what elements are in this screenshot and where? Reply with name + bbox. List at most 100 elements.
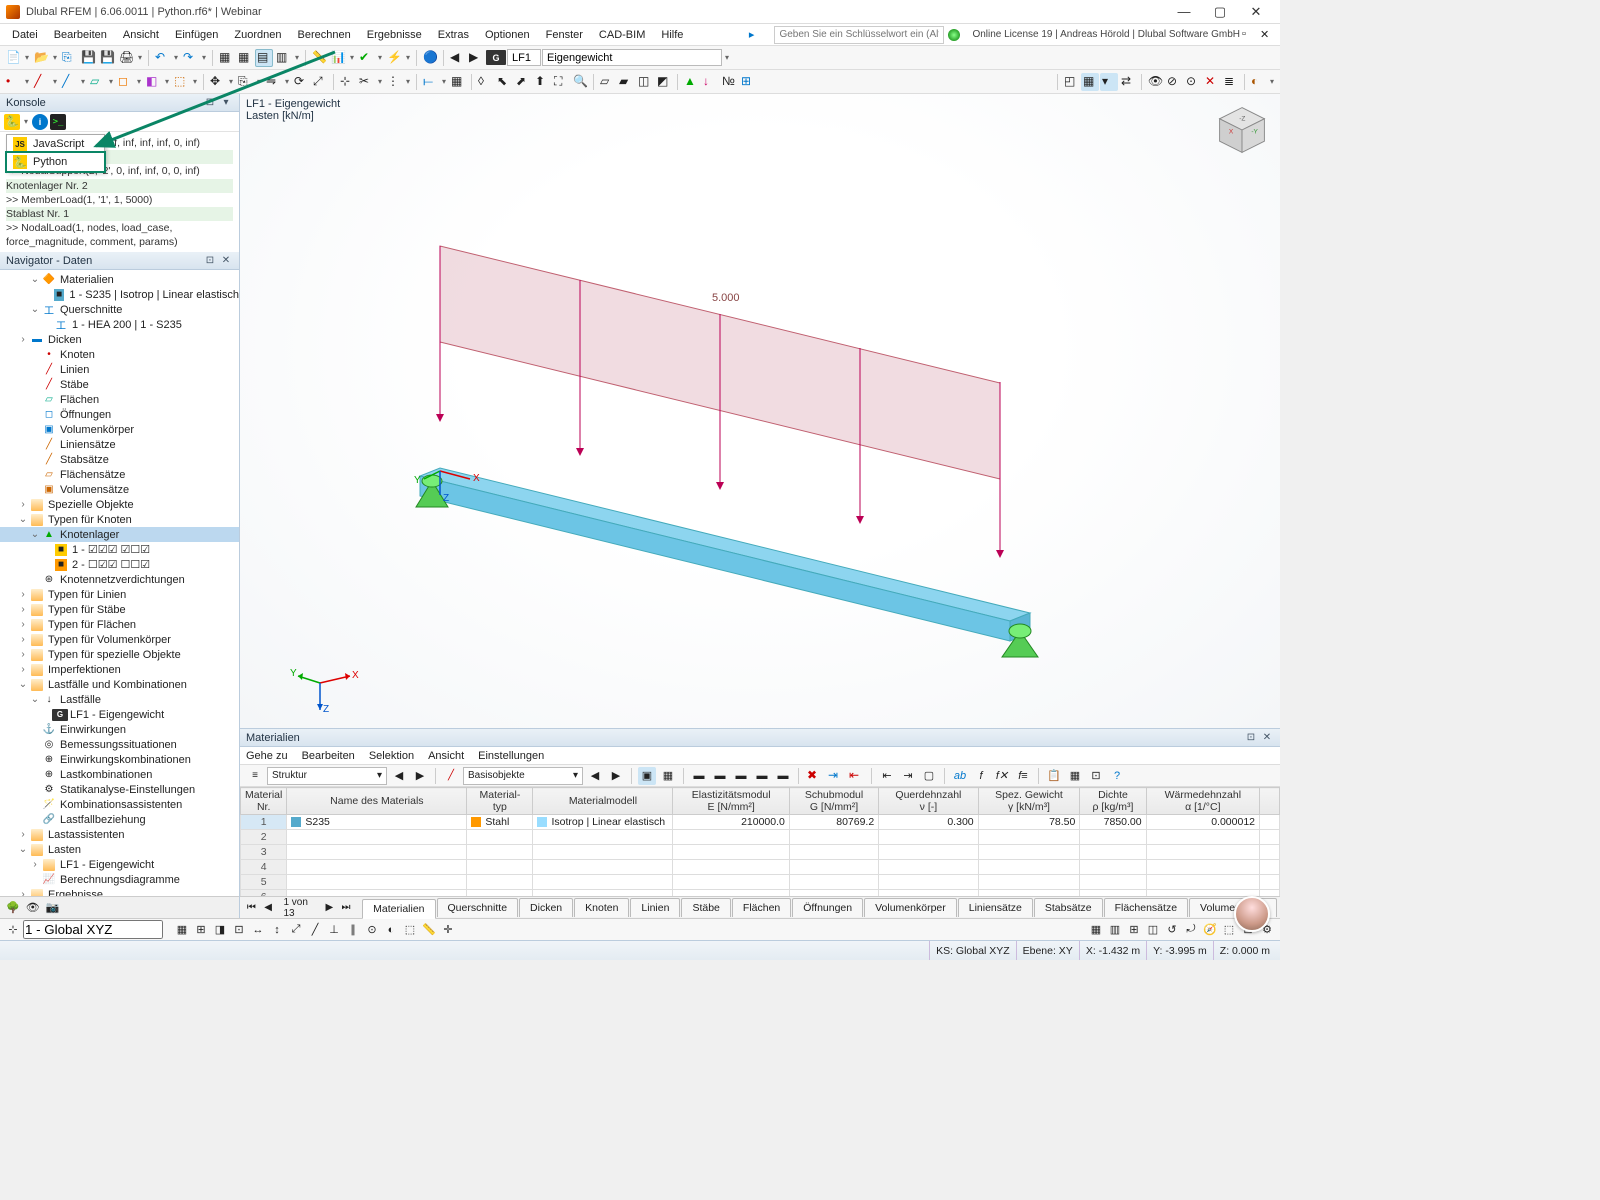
close-button[interactable]: ✕ <box>1238 1 1274 23</box>
check-button[interactable]: ✔ <box>357 49 375 67</box>
basisobj-prev[interactable]: ◀ <box>586 767 604 785</box>
tree-lastassist[interactable]: ›Lastassistenten <box>0 827 239 842</box>
lf-next[interactable]: ▶ <box>467 49 485 67</box>
menu-extras[interactable]: Extras <box>430 27 477 43</box>
tool-grid[interactable]: ▦ <box>449 73 467 91</box>
tree-typvolumen[interactable]: ›Typen für Volumenkörper <box>0 632 239 647</box>
lightning-button[interactable]: ⚡ <box>385 49 403 67</box>
table-row[interactable]: 1 S235 Stahl Isotrop | Linear elastisch … <box>241 815 1280 830</box>
bp-menu-bearbeiten[interactable]: Bearbeiten <box>302 750 355 762</box>
menu-berechnen[interactable]: Berechnen <box>290 27 359 43</box>
tab-dicken[interactable]: Dicken <box>519 898 573 917</box>
redo-button[interactable]: ↷ <box>181 49 199 67</box>
th-gamma[interactable]: Spez. Gewichtγ [kN/m³] <box>978 788 1080 815</box>
th-g[interactable]: SchubmodulG [N/mm²] <box>789 788 878 815</box>
tb-del[interactable]: ▬ <box>711 767 729 785</box>
tree-material-1[interactable]: ■1 - S235 | Isotrop | Linear elastisch <box>0 287 239 302</box>
tree-materialien[interactable]: ⌄🔶Materialien <box>0 272 239 287</box>
maximize-button[interactable]: ▢ <box>1202 1 1238 23</box>
struktur-prev[interactable]: ◀ <box>390 767 408 785</box>
navigator-pin-button[interactable]: ⊡ <box>203 254 217 268</box>
render-shade[interactable]: ◩ <box>655 73 673 91</box>
tabs-prev[interactable]: ◀ <box>261 899 276 917</box>
materialien-pin-button[interactable]: ⊡ <box>1244 731 1258 745</box>
window-close-icon[interactable]: ✕ <box>1260 28 1274 42</box>
tb-last[interactable]: ⇥ <box>899 767 917 785</box>
show-numbers[interactable]: № <box>720 73 738 91</box>
tree-einwirk[interactable]: ⚓Einwirkungen <box>0 722 239 737</box>
menu-bearbeiten[interactable]: Bearbeiten <box>46 27 115 43</box>
tool-rotate[interactable]: ⟳ <box>292 73 310 91</box>
konsole-lang-dropdown[interactable]: ▾ <box>22 117 30 126</box>
view-y[interactable]: ⬈ <box>514 73 532 91</box>
tree-typlinien[interactable]: ›Typen für Linien <box>0 587 239 602</box>
si-8[interactable]: ╱ <box>306 921 324 939</box>
tree-knotenlager[interactable]: ⌄▲Knotenlager <box>0 527 239 542</box>
clip-button[interactable]: ◐ <box>1249 73 1267 91</box>
si-12[interactable]: ◐ <box>382 921 400 939</box>
save-all-button[interactable]: ⎘ <box>60 49 78 67</box>
tree-liniensaetze[interactable]: ╱Liniensätze <box>0 437 239 452</box>
menu-zuordnen[interactable]: Zuordnen <box>226 27 289 43</box>
tab-staebe[interactable]: Stäbe <box>681 898 730 917</box>
si-2[interactable]: ⊞ <box>192 921 210 939</box>
tab-flaechensaetze[interactable]: Flächensätze <box>1104 898 1188 917</box>
si-r1[interactable]: ▦ <box>1087 921 1105 939</box>
avatar[interactable] <box>1234 896 1270 932</box>
view-zoom[interactable]: 🔍 <box>571 73 589 91</box>
tool-copy[interactable]: ⎘ <box>236 73 254 91</box>
th-modell[interactable]: Materialmodell <box>533 788 673 815</box>
tab-linien[interactable]: Linien <box>630 898 680 917</box>
si-4[interactable]: ⊡ <box>230 921 248 939</box>
tb-f1[interactable]: f <box>972 767 990 785</box>
tb-delrow[interactable]: ✖ <box>805 767 823 785</box>
tb-help[interactable]: ? <box>1108 767 1126 785</box>
lf-prev[interactable]: ◀ <box>448 49 466 67</box>
tb-new[interactable]: ▢ <box>920 767 938 785</box>
tree-stabsaetze[interactable]: ╱Stabsätze <box>0 452 239 467</box>
view-fit[interactable]: ⛶ <box>552 73 570 91</box>
vis-show[interactable]: 👁 <box>1146 73 1164 91</box>
view-table-button[interactable]: ▥ <box>274 49 292 67</box>
menu-search-input[interactable] <box>774 26 944 44</box>
tree-lastkomb[interactable]: ⊕Lastkombinationen <box>0 767 239 782</box>
tb-sel1[interactable]: ▣ <box>638 767 656 785</box>
new-button[interactable]: 📄 <box>4 49 22 67</box>
lf-name-input[interactable] <box>542 49 722 66</box>
tree-statik[interactable]: ⚙Statikanalyse-Einstellungen <box>0 782 239 797</box>
bp-menu-selektion[interactable]: Selektion <box>369 750 414 762</box>
tab-liniensaetze[interactable]: Liniensätze <box>958 898 1033 917</box>
bp-menu-einstellungen[interactable]: Einstellungen <box>478 750 544 762</box>
tab-flaechen[interactable]: Flächen <box>732 898 791 917</box>
materialien-close-button[interactable]: ✕ <box>1260 731 1274 745</box>
vis-isolate[interactable]: ⊙ <box>1184 73 1202 91</box>
basisobj-next[interactable]: ▶ <box>607 767 625 785</box>
th-e[interactable]: ElastizitätsmodulE [N/mm²] <box>673 788 789 815</box>
cs-icon[interactable]: ⊹ <box>4 921 22 939</box>
view-x[interactable]: ⬉ <box>495 73 513 91</box>
th-alpha[interactable]: Wärmedehnzahlα [1/°C] <box>1146 788 1259 815</box>
tree-ergebnisse[interactable]: ›Ergebnisse <box>0 887 239 896</box>
viewport-3d[interactable]: LF1 - Eigengewicht Lasten [kN/m] X -Y -Z <box>240 94 1280 728</box>
konsole-info-button[interactable]: i <box>32 114 48 130</box>
tb-export[interactable]: ⇤ <box>847 767 865 785</box>
struktur-select[interactable]: Struktur▾ <box>267 767 387 785</box>
tree-typknoten[interactable]: ⌄Typen für Knoten <box>0 512 239 527</box>
basisobj-select[interactable]: Basisobjekte▾ <box>463 767 583 785</box>
si-9[interactable]: ⊥ <box>325 921 343 939</box>
tb-copy[interactable]: ▬ <box>732 767 750 785</box>
menu-item-javascript[interactable]: JSJavaScript <box>7 135 104 153</box>
tree-imperf[interactable]: ›Imperfektionen <box>0 662 239 677</box>
menu-ergebnisse[interactable]: Ergebnisse <box>359 27 430 43</box>
tool-solid[interactable]: ◧ <box>144 73 162 91</box>
table-row[interactable]: 4 <box>241 860 1280 875</box>
tree-kombassist[interactable]: 🪄Kombinationsassistenten <box>0 797 239 812</box>
tb-f3[interactable]: f≡ <box>1014 767 1032 785</box>
si-15[interactable]: ✛ <box>439 921 457 939</box>
sel-window[interactable]: ◰ <box>1062 73 1080 91</box>
th-typ[interactable]: Material-typ <box>467 788 533 815</box>
save-button[interactable]: 💾 <box>79 49 97 67</box>
tb-xl[interactable]: ▦ <box>1066 767 1084 785</box>
tool-member[interactable]: ╱ <box>60 73 78 91</box>
tb-paste[interactable]: ▬ <box>753 767 771 785</box>
